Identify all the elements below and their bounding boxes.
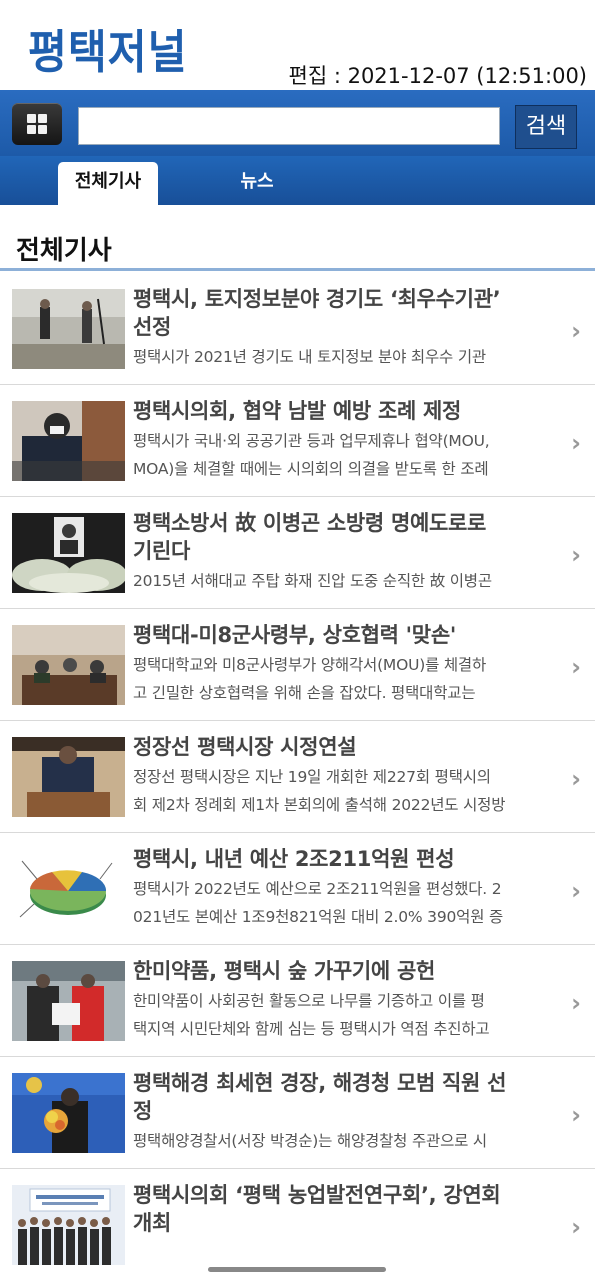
article-thumbnail bbox=[12, 625, 125, 705]
article-summary: 2015년 서해대교 주탑 화재 진압 도중 순직한 故 이병곤 bbox=[133, 572, 492, 590]
article-item[interactable]: 평택시, 내년 예산 2조211억원 편성 평택시가 2022년도 예산으로 2… bbox=[0, 833, 595, 945]
edit-timestamp: 편집 : 2021-12-07 (12:51:00) bbox=[288, 64, 587, 88]
article-thumbnail bbox=[12, 289, 125, 369]
article-item[interactable]: 평택시의회 ‘평택 농업발전연구회’, 강연회 개최 › bbox=[0, 1169, 595, 1281]
menu-grid-button[interactable] bbox=[12, 103, 62, 145]
grid-icon bbox=[27, 114, 47, 134]
article-item[interactable]: 평택해경 최세현 경장, 해경청 모범 직원 선 정 평택해양경찰서(서장 박경… bbox=[0, 1057, 595, 1169]
chevron-right-icon: › bbox=[571, 765, 581, 793]
article-headline[interactable]: 평택시, 내년 예산 2조211억원 편성 bbox=[133, 845, 553, 873]
article-headline[interactable]: 평택시, 토지정보분야 경기도 ‘최우수기관’ 선정 bbox=[133, 285, 553, 341]
article-summary: 정장선 평택시장은 지난 19일 개회한 제227회 평택시의 회 제2차 정례… bbox=[133, 768, 506, 814]
article-headline[interactable]: 한미약품, 평택시 숲 가꾸기에 공헌 bbox=[133, 957, 553, 985]
chevron-right-icon: › bbox=[571, 429, 581, 457]
tab-bar: 전체기사 뉴스 bbox=[0, 156, 595, 205]
article-summary: 평택해양경찰서(서장 박경순)는 해양경찰청 주관으로 시 bbox=[133, 1132, 487, 1150]
article-item[interactable]: 평택시, 토지정보분야 경기도 ‘최우수기관’ 선정 평택시가 2021년 경기… bbox=[0, 273, 595, 385]
article-headline[interactable]: 평택해경 최세현 경장, 해경청 모범 직원 선 정 bbox=[133, 1069, 553, 1125]
article-headline[interactable]: 평택소방서 故 이병곤 소방령 명예도로로 기린다 bbox=[133, 509, 553, 565]
article-thumbnail bbox=[12, 513, 125, 593]
article-headline[interactable]: 평택시의회 ‘평택 농업발전연구회’, 강연회 개최 bbox=[133, 1181, 553, 1237]
article-summary: 한미약품이 사회공헌 활동으로 나무를 기증하고 이를 평 택지역 시민단체와 … bbox=[133, 992, 490, 1038]
masthead: 평택저널 편집 : 2021-12-07 (12:51:00) bbox=[0, 0, 595, 90]
article-thumbnail bbox=[12, 1185, 125, 1265]
article-list: 평택시, 토지정보분야 경기도 ‘최우수기관’ 선정 평택시가 2021년 경기… bbox=[0, 273, 595, 1281]
article-summary: 평택시가 2022년도 예산으로 2조211억원을 편성했다. 2 021년도 … bbox=[133, 880, 504, 926]
chevron-right-icon: › bbox=[571, 653, 581, 681]
chevron-right-icon: › bbox=[571, 989, 581, 1017]
article-item[interactable]: 평택시의회, 협약 남발 예방 조례 제정 평택시가 국내·외 공공기관 등과 … bbox=[0, 385, 595, 497]
search-button[interactable]: 검색 bbox=[515, 105, 577, 149]
article-thumbnail bbox=[12, 961, 125, 1041]
chevron-right-icon: › bbox=[571, 1213, 581, 1241]
chevron-right-icon: › bbox=[571, 1101, 581, 1129]
article-item[interactable]: 한미약품, 평택시 숲 가꾸기에 공헌 한미약품이 사회공헌 활동으로 나무를 … bbox=[0, 945, 595, 1057]
article-item[interactable]: 평택대-미8군사령부, 상호협력 '맞손' 평택대학교와 미8군사령부가 양해각… bbox=[0, 609, 595, 721]
section-title: 전체기사 bbox=[16, 236, 112, 266]
tab-all-articles[interactable]: 전체기사 bbox=[58, 162, 158, 205]
tab-news[interactable]: 뉴스 bbox=[207, 162, 307, 205]
article-summary: 평택시가 국내·외 공공기관 등과 업무제휴나 협약(MOU, MOA)을 체결… bbox=[133, 432, 490, 478]
chevron-right-icon: › bbox=[571, 541, 581, 569]
article-headline[interactable]: 평택시의회, 협약 남발 예방 조례 제정 bbox=[133, 397, 553, 425]
article-headline[interactable]: 평택대-미8군사령부, 상호협력 '맞손' bbox=[133, 621, 553, 649]
article-thumbnail bbox=[12, 401, 125, 481]
search-input[interactable] bbox=[78, 107, 500, 145]
chevron-right-icon: › bbox=[571, 877, 581, 905]
article-thumbnail bbox=[12, 737, 125, 817]
search-bar: 검색 bbox=[0, 90, 595, 156]
article-summary: 평택시가 2021년 경기도 내 토지정보 분야 최우수 기관 bbox=[133, 348, 486, 366]
article-thumbnail bbox=[12, 849, 125, 929]
article-item[interactable]: 정장선 평택시장 시정연설 정장선 평택시장은 지난 19일 개회한 제227회… bbox=[0, 721, 595, 833]
article-headline[interactable]: 정장선 평택시장 시정연설 bbox=[133, 733, 553, 761]
article-summary: 평택대학교와 미8군사령부가 양해각서(MOU)를 체결하 고 긴밀한 상호협력… bbox=[133, 656, 487, 702]
article-item[interactable]: 평택소방서 故 이병곤 소방령 명예도로로 기린다 2015년 서해대교 주탑 … bbox=[0, 497, 595, 609]
home-indicator bbox=[208, 1267, 386, 1272]
article-thumbnail bbox=[12, 1073, 125, 1153]
section-divider bbox=[0, 268, 595, 271]
chevron-right-icon: › bbox=[571, 317, 581, 345]
site-logo[interactable]: 평택저널 bbox=[28, 16, 187, 82]
